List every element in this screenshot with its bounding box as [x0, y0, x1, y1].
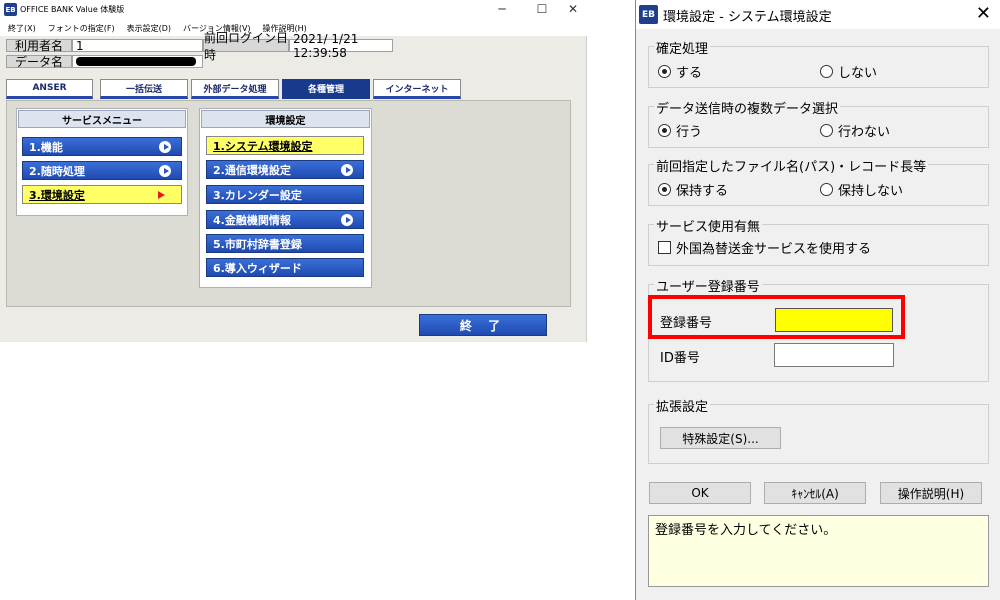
arrow-right-icon — [159, 141, 171, 153]
radio-icon — [820, 124, 833, 137]
radio-label: 保持しない — [838, 184, 904, 199]
service-item-label: 1.機能 — [29, 140, 63, 154]
confirm-group-label: 確定処理 — [654, 38, 711, 57]
help-button[interactable]: 操作説明(H) — [880, 482, 982, 504]
menu-exit[interactable]: 終了(X) — [8, 23, 36, 34]
filename-nokeep-radio[interactable]: 保持しない — [820, 180, 903, 199]
env-item-system[interactable]: 1.システム環境設定 — [206, 136, 364, 155]
dialog-title-bar: EB 環境設定 - システム環境設定 ✕ — [636, 0, 1000, 29]
end-button[interactable]: 終 了 — [419, 314, 547, 336]
radio-icon — [820, 183, 833, 196]
highlight-frame — [648, 295, 905, 339]
multi-select-yes-radio[interactable]: 行う — [658, 121, 702, 140]
menu-font[interactable]: フォントの指定(F) — [48, 23, 115, 34]
data-name-label: データ名 — [6, 55, 72, 69]
close-icon[interactable]: ✕ — [563, 2, 583, 16]
title-bar: EB OFFICE BANK Value 体験版 ─ ☐ ✕ — [0, 0, 587, 20]
service-item-label: 2.随時処理 — [29, 164, 85, 178]
env-item-label: 6.導入ウィザード — [213, 261, 302, 275]
id-number-label: ID番号 — [660, 351, 700, 366]
service-item-env-settings[interactable]: 3.環境設定 — [22, 185, 182, 204]
confirm-yes-radio[interactable]: する — [658, 62, 702, 81]
arrow-right-icon — [159, 165, 171, 177]
service-menu-header: サービスメニュー — [18, 110, 186, 128]
service-group-label: サービス使用有無 — [654, 216, 763, 235]
tab-internet[interactable]: インターネット — [373, 79, 461, 99]
tab-external-data[interactable]: 外部データ処理 — [191, 79, 279, 99]
main-window: EB OFFICE BANK Value 体験版 ─ ☐ ✕ 終了(X) フォン… — [0, 0, 587, 342]
service-item-function[interactable]: 1.機能 — [22, 137, 182, 156]
radio-selected-icon — [658, 124, 671, 137]
radio-label: する — [676, 66, 703, 81]
env-item-label: 2.通信環境設定 — [213, 163, 291, 177]
redacted-bar — [76, 57, 196, 66]
special-settings-button[interactable]: 特殊設定(S)... — [660, 427, 781, 449]
arrow-right-icon — [341, 164, 353, 176]
app-logo: EB — [4, 3, 17, 16]
tab-anser[interactable]: ANSER — [6, 79, 93, 99]
radio-label: 保持する — [676, 184, 729, 199]
menu-display[interactable]: 表示設定(D) — [127, 23, 171, 34]
env-item-bank-info[interactable]: 4.金融機関情報 — [206, 210, 364, 229]
ok-button[interactable]: OK — [649, 482, 751, 504]
forex-service-checkbox[interactable]: 外国為替送金サービスを使用する — [658, 238, 871, 257]
data-name-field — [72, 55, 203, 68]
env-item-label: 5.市町村辞書登録 — [213, 237, 302, 251]
radio-label: 行う — [676, 125, 703, 140]
cancel-button[interactable]: ｷｬﾝｾﾙ(A) — [764, 482, 866, 504]
user-reg-group-label: ユーザー登録番号 — [654, 276, 762, 295]
radio-label: 行わない — [838, 125, 891, 140]
selected-arrow-icon — [158, 191, 165, 199]
env-item-communication[interactable]: 2.通信環境設定 — [206, 160, 364, 179]
env-item-setup-wizard[interactable]: 6.導入ウィザード — [206, 258, 364, 277]
tab-management[interactable]: 各種管理 — [282, 79, 370, 99]
user-name-field: 1 — [72, 39, 203, 53]
checkbox-label: 外国為替送金サービスを使用する — [676, 242, 872, 257]
radio-icon — [820, 65, 833, 78]
env-item-label: 3.カレンダー設定 — [213, 188, 302, 202]
filename-keep-radio[interactable]: 保持する — [658, 180, 728, 199]
tab-bulk-transfer[interactable]: 一括伝送 — [100, 79, 188, 99]
radio-selected-icon — [658, 183, 671, 196]
extended-group-label: 拡張設定 — [654, 396, 711, 415]
arrow-right-icon — [341, 214, 353, 226]
minimize-icon[interactable]: ─ — [492, 2, 512, 16]
app-logo: EB — [639, 5, 658, 24]
checkbox-icon — [658, 241, 671, 254]
user-name-label: 利用者名 — [6, 39, 72, 53]
env-item-label: 4.金融機関情報 — [213, 213, 291, 227]
dialog-title: 環境設定 - システム環境設定 — [663, 10, 832, 25]
env-item-calendar[interactable]: 3.カレンダー設定 — [206, 185, 364, 204]
last-login-field: 2021/ 1/21 12:39:58 — [289, 32, 393, 60]
filename-group-label: 前回指定したファイル名(パス)・レコード長等 — [654, 156, 929, 175]
multi-select-group-label: データ送信時の複数データ選択 — [654, 98, 841, 117]
env-item-municipality-dict[interactable]: 5.市町村辞書登録 — [206, 234, 364, 253]
confirm-no-radio[interactable]: しない — [820, 62, 877, 81]
radio-label: しない — [838, 66, 878, 81]
radio-selected-icon — [658, 65, 671, 78]
service-item-adhoc[interactable]: 2.随時処理 — [22, 161, 182, 180]
last-login-label: 前回ログイン日時 — [203, 30, 289, 62]
env-item-label: 1.システム環境設定 — [213, 139, 313, 153]
close-icon[interactable]: ✕ — [976, 3, 991, 24]
message-box: 登録番号を入力してください。 — [648, 515, 989, 587]
service-item-label: 3.環境設定 — [29, 188, 85, 202]
id-number-input[interactable] — [774, 343, 894, 367]
maximize-icon[interactable]: ☐ — [532, 2, 552, 16]
multi-select-no-radio[interactable]: 行わない — [820, 121, 890, 140]
env-menu-header: 環境設定 — [201, 110, 370, 128]
window-title: OFFICE BANK Value 体験版 — [20, 5, 125, 14]
